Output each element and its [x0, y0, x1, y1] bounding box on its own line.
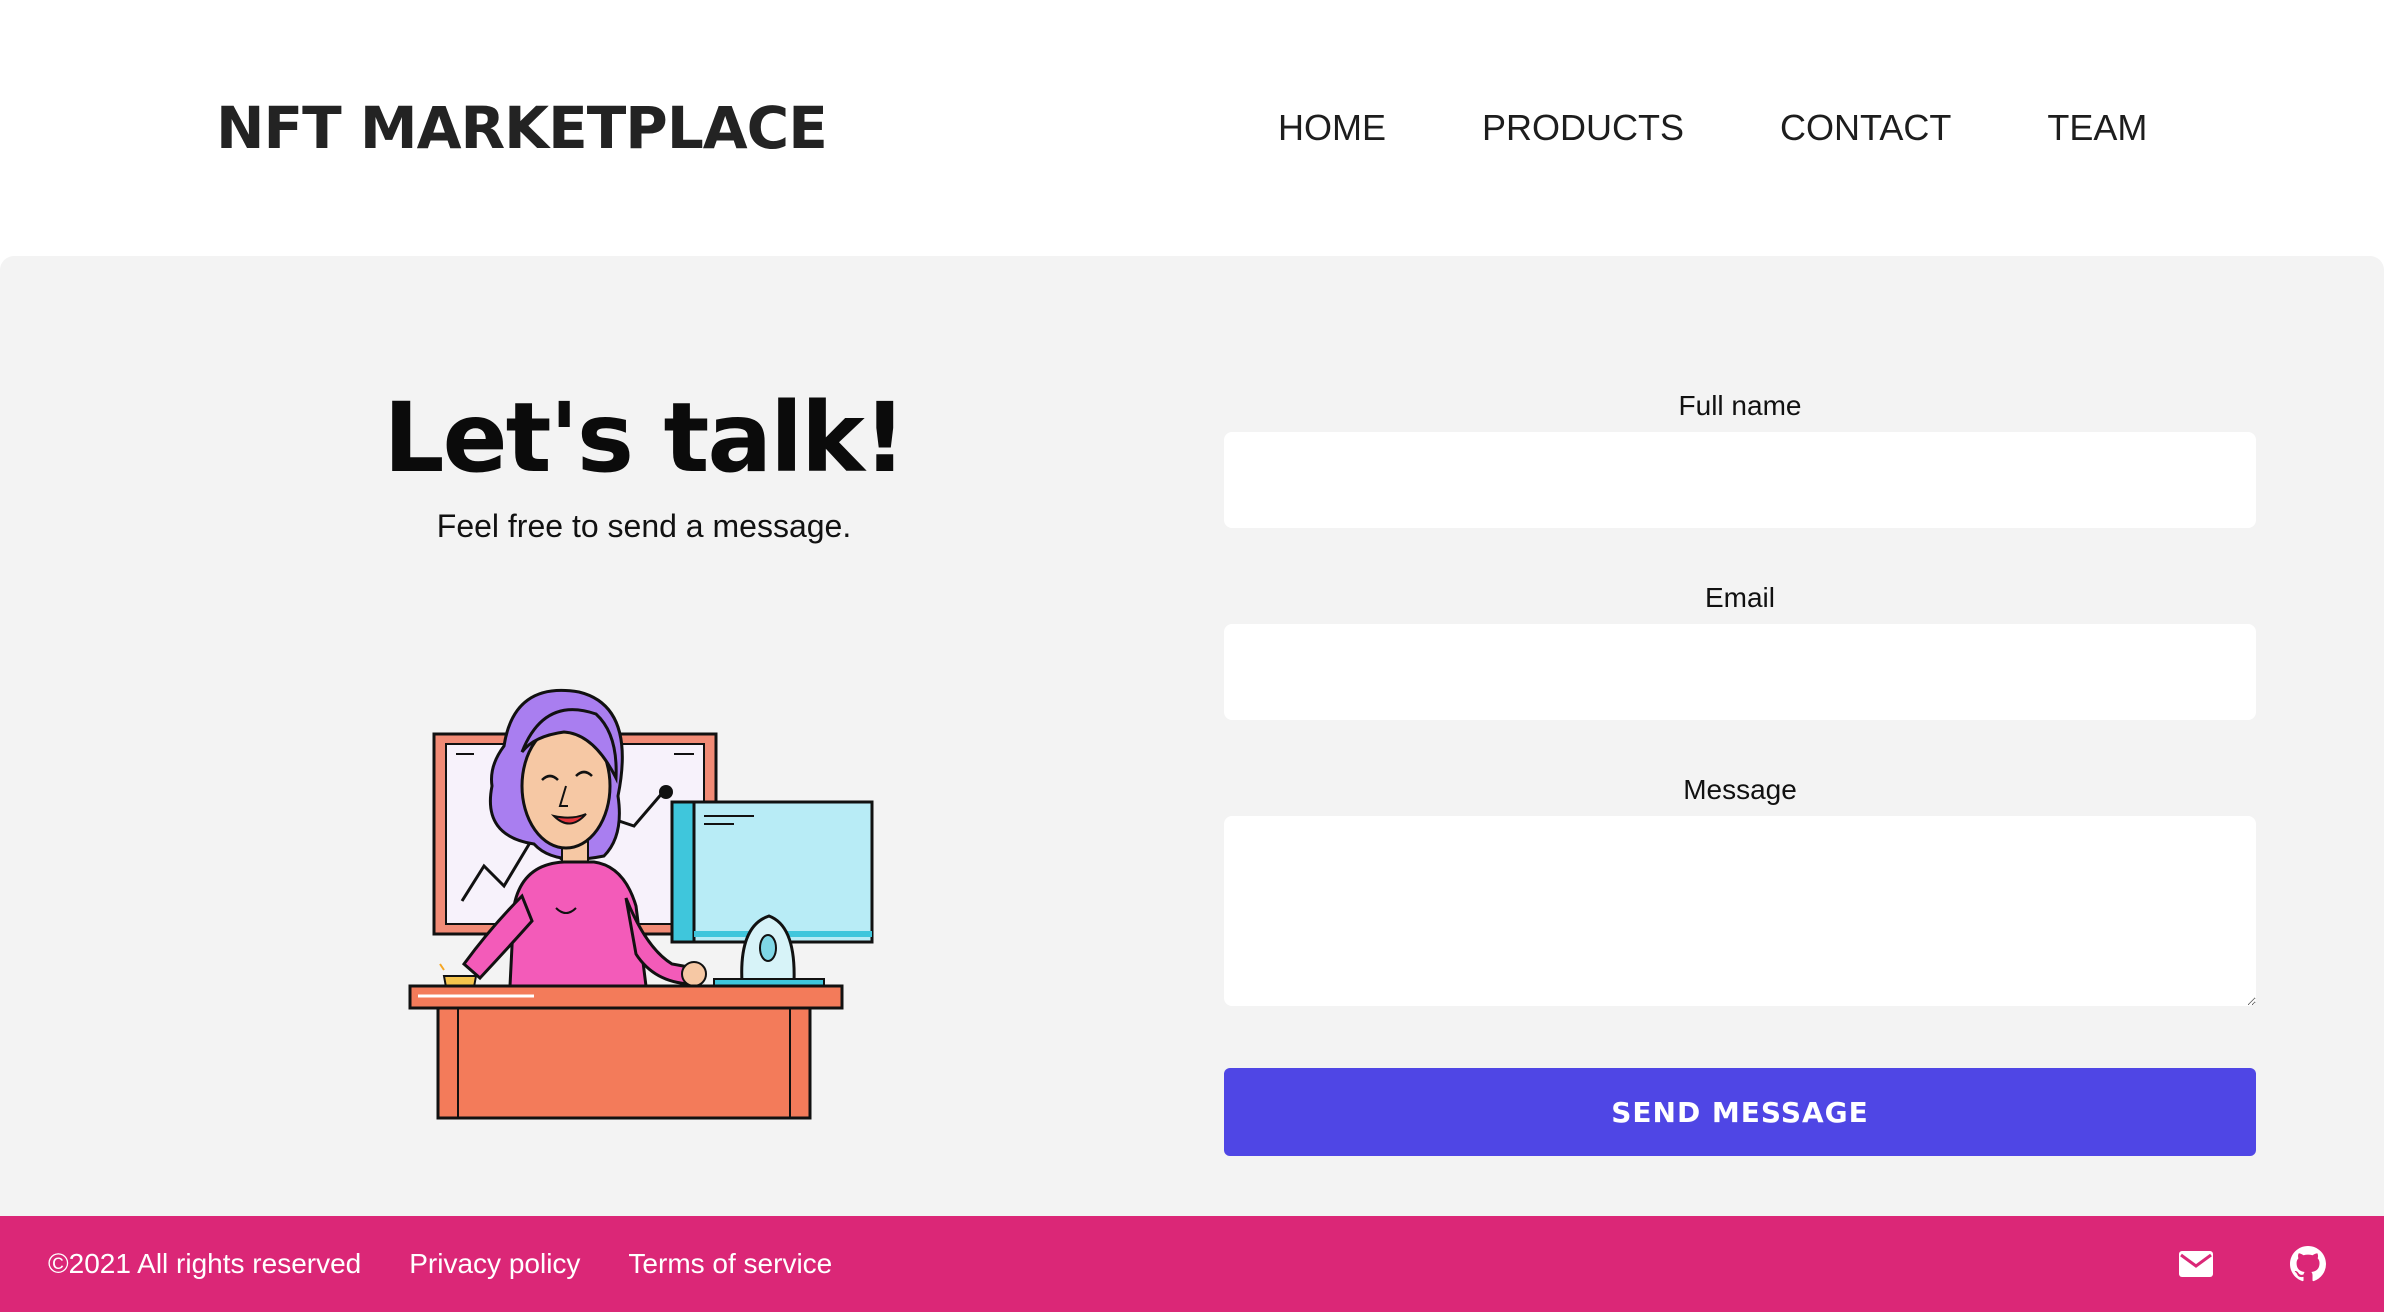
send-message-button[interactable]: SEND MESSAGE	[1224, 1068, 2256, 1156]
site-footer: ©2021 All rights reserved Privacy policy…	[0, 1216, 2384, 1312]
nav-contact[interactable]: CONTACT	[1780, 100, 1951, 156]
nav-products[interactable]: PRODUCTS	[1482, 100, 1684, 156]
terms-of-service-link[interactable]: Terms of service	[628, 1248, 832, 1280]
email-label: Email	[1704, 582, 1775, 613]
message-textarea[interactable]	[1224, 816, 2256, 1006]
email-input[interactable]	[1224, 624, 2256, 720]
privacy-policy-link[interactable]: Privacy policy	[409, 1248, 580, 1280]
github-icon[interactable]	[2288, 1244, 2328, 1284]
mail-icon[interactable]	[2176, 1244, 2216, 1284]
site-header: NFT MARKETPLACE HOME PRODUCTS CONTACT TE…	[0, 0, 2384, 256]
footer-social-icons	[2104, 1216, 2328, 1312]
nav-team[interactable]: TEAM	[2047, 100, 2147, 156]
contact-section: Let's talk! Feel free to send a message.	[0, 256, 2384, 1216]
site-logo[interactable]: NFT MARKETPLACE	[216, 88, 828, 168]
full-name-input[interactable]	[1224, 432, 2256, 528]
full-name-label: Full name	[1678, 390, 1802, 421]
message-label: Message	[1683, 774, 1797, 805]
page-subtitle: Feel free to send a message.	[436, 508, 852, 544]
woman-at-desk-illustration	[408, 689, 874, 1120]
copyright-text: ©2021 All rights reserved	[48, 1248, 362, 1279]
nav-home[interactable]: HOME	[1278, 100, 1386, 156]
page-title: Let's talk!	[383, 382, 906, 494]
main-nav: HOME PRODUCTS CONTACT TEAM	[1278, 100, 2147, 156]
footer-links: ©2021 All rights reserved Privacy policy…	[48, 1216, 880, 1312]
